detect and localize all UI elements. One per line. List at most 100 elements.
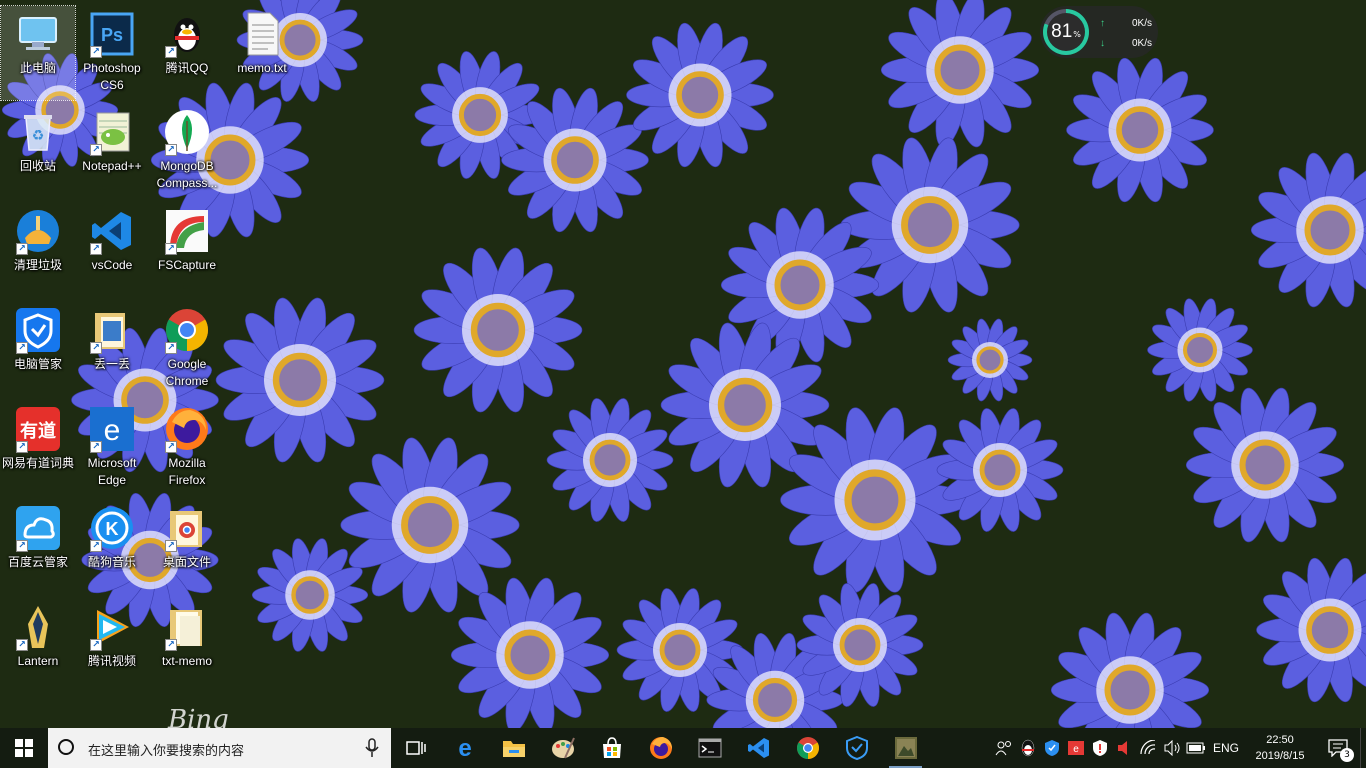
icon-label: Microsoft Edge — [87, 456, 137, 487]
desktop-icon-tencent-video[interactable]: ↗ 腾讯视频 — [75, 599, 149, 693]
desktop-icon-edge[interactable]: e ↗ Microsoft Edge — [75, 401, 149, 495]
wifi-icon — [1140, 740, 1156, 755]
desktop-icon-desktop-files[interactable]: ↗ 桌面文件 — [150, 500, 224, 594]
chrome-icon — [796, 737, 819, 759]
desktop-icon-txt-memo[interactable]: ↗ txt-memo — [150, 599, 224, 693]
flower — [1256, 557, 1366, 703]
flower — [1050, 612, 1210, 728]
taskbar-firefox[interactable] — [636, 728, 685, 768]
desktop-icon-vscode[interactable]: ↗ vsCode — [75, 203, 149, 297]
show-desktop-button[interactable] — [1360, 728, 1366, 768]
tray-security[interactable] — [1088, 728, 1112, 768]
pc-manager-icon — [845, 736, 868, 760]
shortcut-arrow-icon: ↗ — [90, 243, 102, 255]
battery-icon — [1186, 742, 1205, 754]
network-speed-widget[interactable]: 81 % ↑ 0K/s ↓ 0K/s — [1040, 6, 1158, 58]
tray-audio-warning[interactable] — [1112, 728, 1136, 768]
taskbar-terminal[interactable] — [685, 728, 734, 768]
desktop-icon-this-pc[interactable]: 此电脑 — [0, 5, 76, 101]
desktop-icon-baidu-cloud[interactable]: ↗ 百度云管家 — [1, 500, 75, 594]
lantern-icon: ↗ — [14, 603, 62, 651]
shortcut-arrow-icon: ↗ — [165, 639, 177, 651]
shortcut-arrow-icon: ↗ — [90, 342, 102, 354]
flower — [936, 408, 1064, 532]
desktop-icon-mongodb-compass[interactable]: ↗ MongoDB Compass... — [150, 104, 224, 198]
cpu-usage-ring: 81 % — [1043, 9, 1089, 55]
clock-time: 22:50 — [1266, 734, 1294, 746]
clock[interactable]: 22:50 2019/8/15 — [1244, 732, 1316, 764]
desktop-icon-qq[interactable]: ↗ 腾讯QQ — [150, 6, 224, 100]
taskbar-vscode[interactable] — [734, 728, 783, 768]
youdao-icon: 有道 ↗ — [14, 405, 62, 453]
flower — [546, 398, 674, 522]
desktop-icon-firefox[interactable]: ↗ Mozilla Firefox — [150, 401, 224, 495]
action-center-button[interactable]: 3 — [1316, 728, 1360, 768]
icon-label: vsCode — [91, 258, 133, 272]
shortcut-arrow-icon: ↗ — [16, 243, 28, 255]
icon-label: Lantern — [17, 654, 59, 668]
desktop-icon-pc-manager[interactable]: ↗ 电脑管家 — [1, 302, 75, 396]
task-view-button[interactable] — [391, 728, 440, 768]
taskbar-chrome[interactable] — [783, 728, 832, 768]
windows-logo-icon — [15, 739, 33, 757]
desktop-icon-kugou[interactable]: K ↗ 酷狗音乐 — [75, 500, 149, 594]
shortcut-arrow-icon: ↗ — [165, 540, 177, 552]
tray-wifi[interactable] — [1136, 728, 1160, 768]
task-view-icon — [405, 741, 426, 755]
system-tray: e ENG 22:50 2019/8/15 3 — [992, 728, 1366, 768]
download-speed: 0K/s — [1131, 38, 1152, 49]
icon-label: Mozilla Firefox — [168, 456, 206, 487]
people-icon — [995, 741, 1011, 756]
shortcut-arrow-icon: ↗ — [16, 441, 28, 453]
shortcut-arrow-icon: ↗ — [90, 540, 102, 552]
tray-volume[interactable] — [1160, 728, 1184, 768]
baidu-cloud-icon: ↗ — [14, 504, 62, 552]
shortcut-arrow-icon: ↗ — [90, 639, 102, 651]
tray-battery[interactable] — [1184, 728, 1208, 768]
desktop-icon-lantern[interactable]: ↗ Lantern — [1, 599, 75, 693]
edge-icon: e — [458, 736, 471, 760]
svg-text:e: e — [1073, 744, 1079, 755]
cpu-usage-unit: % — [1073, 29, 1081, 39]
flower — [413, 247, 583, 413]
icon-label: MongoDB Compass... — [156, 159, 218, 190]
taskbar-edge[interactable]: e — [440, 728, 489, 768]
microphone-icon[interactable] — [365, 738, 379, 758]
flower — [215, 297, 385, 463]
tray-pc-manager[interactable] — [1040, 728, 1064, 768]
folder-icon: ↗ — [163, 603, 211, 651]
flower — [947, 318, 1033, 402]
taskbar-file-explorer[interactable] — [489, 728, 538, 768]
desktop-icon-chrome[interactable]: ↗ Google Chrome — [150, 302, 224, 396]
tray-red-app[interactable]: e — [1064, 728, 1088, 768]
input-language[interactable]: ENG — [1208, 741, 1244, 755]
taskbar-store[interactable] — [587, 728, 636, 768]
notepadpp-icon: ↗ — [88, 108, 136, 156]
notification-count-badge: 3 — [1340, 748, 1354, 762]
desktop-icon-memo-txt[interactable]: memo.txt — [225, 6, 299, 100]
tencent-video-icon: ↗ — [88, 603, 136, 651]
tray-qq[interactable] — [1016, 728, 1040, 768]
shortcut-arrow-icon: ↗ — [165, 243, 177, 255]
taskbar-photo-app[interactable] — [881, 728, 930, 768]
desktop-icon-photoshop[interactable]: Ps ↗ Photoshop CS6 — [75, 6, 149, 100]
taskbar-paint[interactable] — [538, 728, 587, 768]
svg-text:♻: ♻ — [32, 128, 45, 144]
mongodb-leaf-icon: ↗ — [163, 108, 211, 156]
taskbar-pc-manager[interactable] — [832, 728, 881, 768]
desktop-icon-fscapture[interactable]: ↗ FSCapture — [150, 203, 224, 297]
desktop-icon-youdao[interactable]: 有道 ↗ 网易有道词典 — [1, 401, 75, 495]
shortcut-arrow-icon: ↗ — [165, 46, 177, 58]
desktop-icon-recycle-bin[interactable]: ♻ 回收站 — [1, 104, 75, 198]
shortcut-arrow-icon: ↗ — [16, 639, 28, 651]
desktop-icon-diuyidiu[interactable]: ↗ 丢一丢 — [75, 302, 149, 396]
edge-icon: e ↗ — [88, 405, 136, 453]
search-box[interactable]: 在这里输入你要搜索的内容 — [48, 728, 391, 768]
flower — [626, 22, 774, 168]
download-arrow-icon: ↓ — [1100, 38, 1105, 49]
terminal-icon — [698, 738, 721, 758]
desktop-icon-clean[interactable]: ↗ 清理垃圾 — [1, 203, 75, 297]
desktop-icon-notepadpp[interactable]: ↗ Notepad++ — [75, 104, 149, 198]
tray-people[interactable] — [992, 728, 1016, 768]
start-button[interactable] — [0, 728, 48, 768]
